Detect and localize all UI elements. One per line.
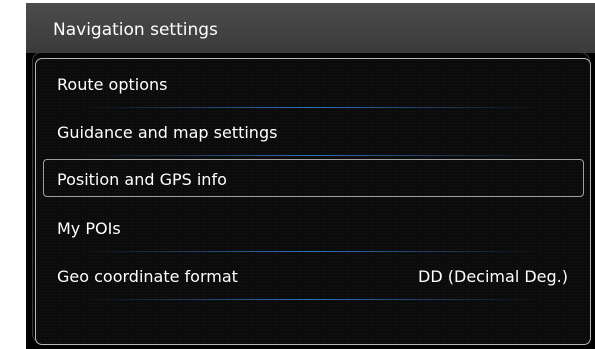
- menu-item-my-pois[interactable]: My POIs: [36, 205, 590, 252]
- menu-item-route-options[interactable]: Route options: [36, 61, 590, 108]
- menu-item-label: My POIs: [57, 219, 121, 238]
- separator: [76, 107, 546, 108]
- menu-item-label: Guidance and map settings: [57, 123, 278, 142]
- settings-list: Route options Guidance and map settings …: [35, 58, 591, 345]
- separator: [76, 251, 546, 252]
- menu-item-geo-coordinate-format[interactable]: Geo coordinate format DD (Decimal Deg.): [36, 253, 590, 300]
- menu-item-label: Geo coordinate format: [57, 267, 238, 286]
- nav-settings-screen: Navigation settings Route options Guidan…: [26, 3, 595, 349]
- menu-item-label: Route options: [57, 75, 168, 94]
- menu-item-value: DD (Decimal Deg.): [418, 267, 568, 286]
- separator: [76, 155, 546, 156]
- menu-item-label: Position and GPS info: [57, 170, 227, 189]
- separator: [76, 299, 546, 300]
- menu-item-position-gps-info[interactable]: Position and GPS info: [43, 159, 584, 197]
- menu-item-guidance-map-settings[interactable]: Guidance and map settings: [36, 109, 590, 156]
- page-title: Navigation settings: [53, 20, 218, 40]
- header-bar: Navigation settings: [26, 3, 595, 53]
